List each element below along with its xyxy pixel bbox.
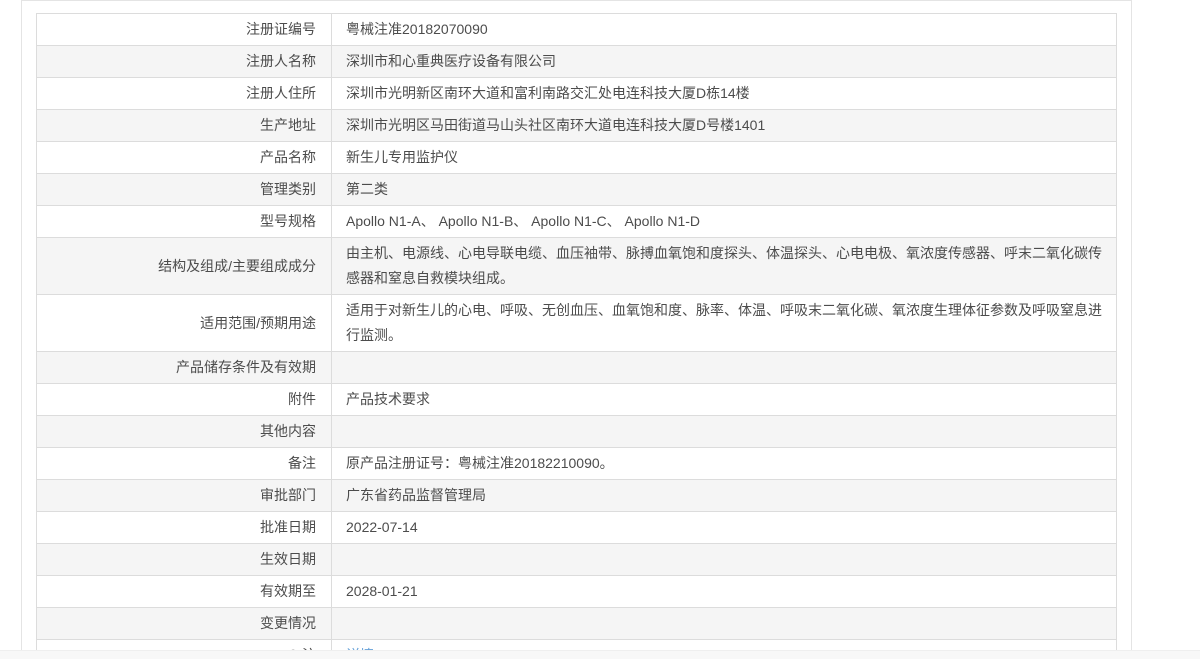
row-label-text: 注册人名称 — [246, 53, 316, 69]
row-value-text: 深圳市和心重典医疗设备有限公司 — [346, 53, 556, 69]
row-value: 深圳市和心重典医疗设备有限公司 — [331, 45, 1117, 78]
row-label: 备注 — [36, 447, 332, 480]
row-value-text: 适用于对新生儿的心电、呼吸、无创血压、血氧饱和度、脉率、体温、呼吸末二氧化碳、氧… — [346, 302, 1102, 343]
row-label-text: 注册人住所 — [246, 85, 316, 101]
row-value: Apollo N1-A、 Apollo N1-B、 Apollo N1-C、 A… — [331, 205, 1117, 238]
row-value: 适用于对新生儿的心电、呼吸、无创血压、血氧饱和度、脉率、体温、呼吸末二氧化碳、氧… — [331, 294, 1117, 352]
table-row: 注册人住所 深圳市光明新区南环大道和富利南路交汇处电连科技大厦D栋14楼 — [36, 77, 1117, 110]
row-value-text: Apollo N1-A、 Apollo N1-B、 Apollo N1-C、 A… — [346, 213, 701, 229]
row-value: 产品技术要求 — [331, 383, 1117, 416]
table-row: 适用范围/预期用途 适用于对新生儿的心电、呼吸、无创血压、血氧饱和度、脉率、体温、… — [36, 294, 1117, 352]
table-row: 注册人名称 深圳市和心重典医疗设备有限公司 — [36, 45, 1117, 78]
table-row: 审批部门 广东省药品监督管理局 — [36, 479, 1117, 512]
table-row: 生产地址 深圳市光明区马田街道马山头社区南环大道电连科技大厦D号楼1401 — [36, 109, 1117, 142]
row-label: 注册人住所 — [36, 77, 332, 110]
row-value: 广东省药品监督管理局 — [331, 479, 1117, 512]
row-value-text: 原产品注册证号：粤械注准20182210090。 — [346, 455, 614, 471]
row-value-text: 产品技术要求 — [346, 391, 430, 407]
row-label-text: 产品名称 — [260, 149, 316, 165]
row-label: 生效日期 — [36, 543, 332, 576]
table-row: 变更情况 — [36, 607, 1117, 640]
row-value — [331, 351, 1117, 384]
row-value: 第二类 — [331, 173, 1117, 206]
row-label: 生产地址 — [36, 109, 332, 142]
table-row: 产品储存条件及有效期 — [36, 351, 1117, 384]
table-row: 管理类别 第二类 — [36, 173, 1117, 206]
row-value — [331, 415, 1117, 448]
row-label-text: 结构及组成/主要组成成分 — [158, 257, 316, 274]
row-value-text: 粤械注准20182070090 — [346, 21, 488, 37]
row-label-text: 注册证编号 — [246, 21, 316, 37]
row-value: 新生儿专用监护仪 — [331, 141, 1117, 174]
registration-info-table: 注册证编号 粤械注准20182070090 注册人名称 深圳市和心重典医疗设备有限公司… — [36, 13, 1117, 659]
row-label: 型号规格 — [36, 205, 332, 238]
row-label: 审批部门 — [36, 479, 332, 512]
row-value: 深圳市光明区马田街道马山头社区南环大道电连科技大厦D号楼1401 — [331, 109, 1117, 142]
row-value-text: 由主机、电源线、心电导联电缆、血压袖带、脉搏血氧饱和度探头、体温探头、心电电极、… — [346, 245, 1102, 286]
row-label: 其他内容 — [36, 415, 332, 448]
row-label: 产品名称 — [36, 141, 332, 174]
content-panel: 注册证编号 粤械注准20182070090 注册人名称 深圳市和心重典医疗设备有限公司… — [21, 0, 1132, 659]
row-label: 结构及组成/主要组成成分 — [36, 237, 332, 295]
table-row: 附件 产品技术要求 — [36, 383, 1117, 416]
registration-table-body: 注册证编号 粤械注准20182070090 注册人名称 深圳市和心重典医疗设备有限公司… — [36, 13, 1117, 659]
table-row: 产品名称 新生儿专用监护仪 — [36, 141, 1117, 174]
row-value: 由主机、电源线、心电导联电缆、血压袖带、脉搏血氧饱和度探头、体温探头、心电电极、… — [331, 237, 1117, 295]
row-value-text: 深圳市光明新区南环大道和富利南路交汇处电连科技大厦D栋14楼 — [346, 85, 750, 101]
row-value-text: 新生儿专用监护仪 — [346, 149, 458, 165]
row-value: 2022-07-14 — [331, 511, 1117, 544]
row-value: 深圳市光明新区南环大道和富利南路交汇处电连科技大厦D栋14楼 — [331, 77, 1117, 110]
row-label-text: 产品储存条件及有效期 — [176, 359, 316, 375]
row-label-text: 批准日期 — [260, 519, 316, 535]
row-label-text: 生效日期 — [260, 551, 316, 567]
page-bottom-strip — [0, 650, 1200, 659]
table-row: 结构及组成/主要组成成分 由主机、电源线、心电导联电缆、血压袖带、脉搏血氧饱和度探… — [36, 237, 1117, 295]
table-row: 型号规格 Apollo N1-A、 Apollo N1-B、 Apollo N1-… — [36, 205, 1117, 238]
table-row: 备注 原产品注册证号：粤械注准20182210090。 — [36, 447, 1117, 480]
row-label: 注册人名称 — [36, 45, 332, 78]
row-value — [331, 607, 1117, 640]
row-label-text: 附件 — [288, 391, 316, 407]
row-value-text: 2022-07-14 — [346, 519, 418, 535]
row-value: 2028-01-21 — [331, 575, 1117, 608]
row-value-text: 2028-01-21 — [346, 583, 418, 599]
table-row: 有效期至 2028-01-21 — [36, 575, 1117, 608]
row-label-text: 生产地址 — [260, 117, 316, 133]
row-value: 粤械注准20182070090 — [331, 13, 1117, 46]
row-label-text: 管理类别 — [260, 181, 316, 197]
row-label-text: 变更情况 — [260, 615, 316, 631]
table-row: 其他内容 — [36, 415, 1117, 448]
row-value-text: 深圳市光明区马田街道马山头社区南环大道电连科技大厦D号楼1401 — [346, 117, 766, 133]
table-row: 注册证编号 粤械注准20182070090 — [36, 13, 1117, 46]
row-label: 适用范围/预期用途 — [36, 294, 332, 352]
table-row: 生效日期 — [36, 543, 1117, 576]
row-label-text: 备注 — [288, 455, 316, 471]
row-label-text: 其他内容 — [260, 423, 316, 439]
row-label-text: 有效期至 — [260, 583, 316, 599]
row-label-text: 型号规格 — [260, 213, 316, 229]
row-label: 管理类别 — [36, 173, 332, 206]
row-value-text: 广东省药品监督管理局 — [346, 487, 486, 503]
row-value: 原产品注册证号：粤械注准20182210090。 — [331, 447, 1117, 480]
row-label: 产品储存条件及有效期 — [36, 351, 332, 384]
table-row: 批准日期 2022-07-14 — [36, 511, 1117, 544]
row-value — [331, 543, 1117, 576]
page: 注册证编号 粤械注准20182070090 注册人名称 深圳市和心重典医疗设备有限公司… — [0, 0, 1200, 659]
row-label-text: 适用范围/预期用途 — [200, 314, 316, 331]
row-value-text: 第二类 — [346, 181, 388, 197]
row-label: 有效期至 — [36, 575, 332, 608]
row-label: 附件 — [36, 383, 332, 416]
row-label-text: 审批部门 — [260, 487, 316, 503]
row-label: 注册证编号 — [36, 13, 332, 46]
row-label: 批准日期 — [36, 511, 332, 544]
row-label: 变更情况 — [36, 607, 332, 640]
